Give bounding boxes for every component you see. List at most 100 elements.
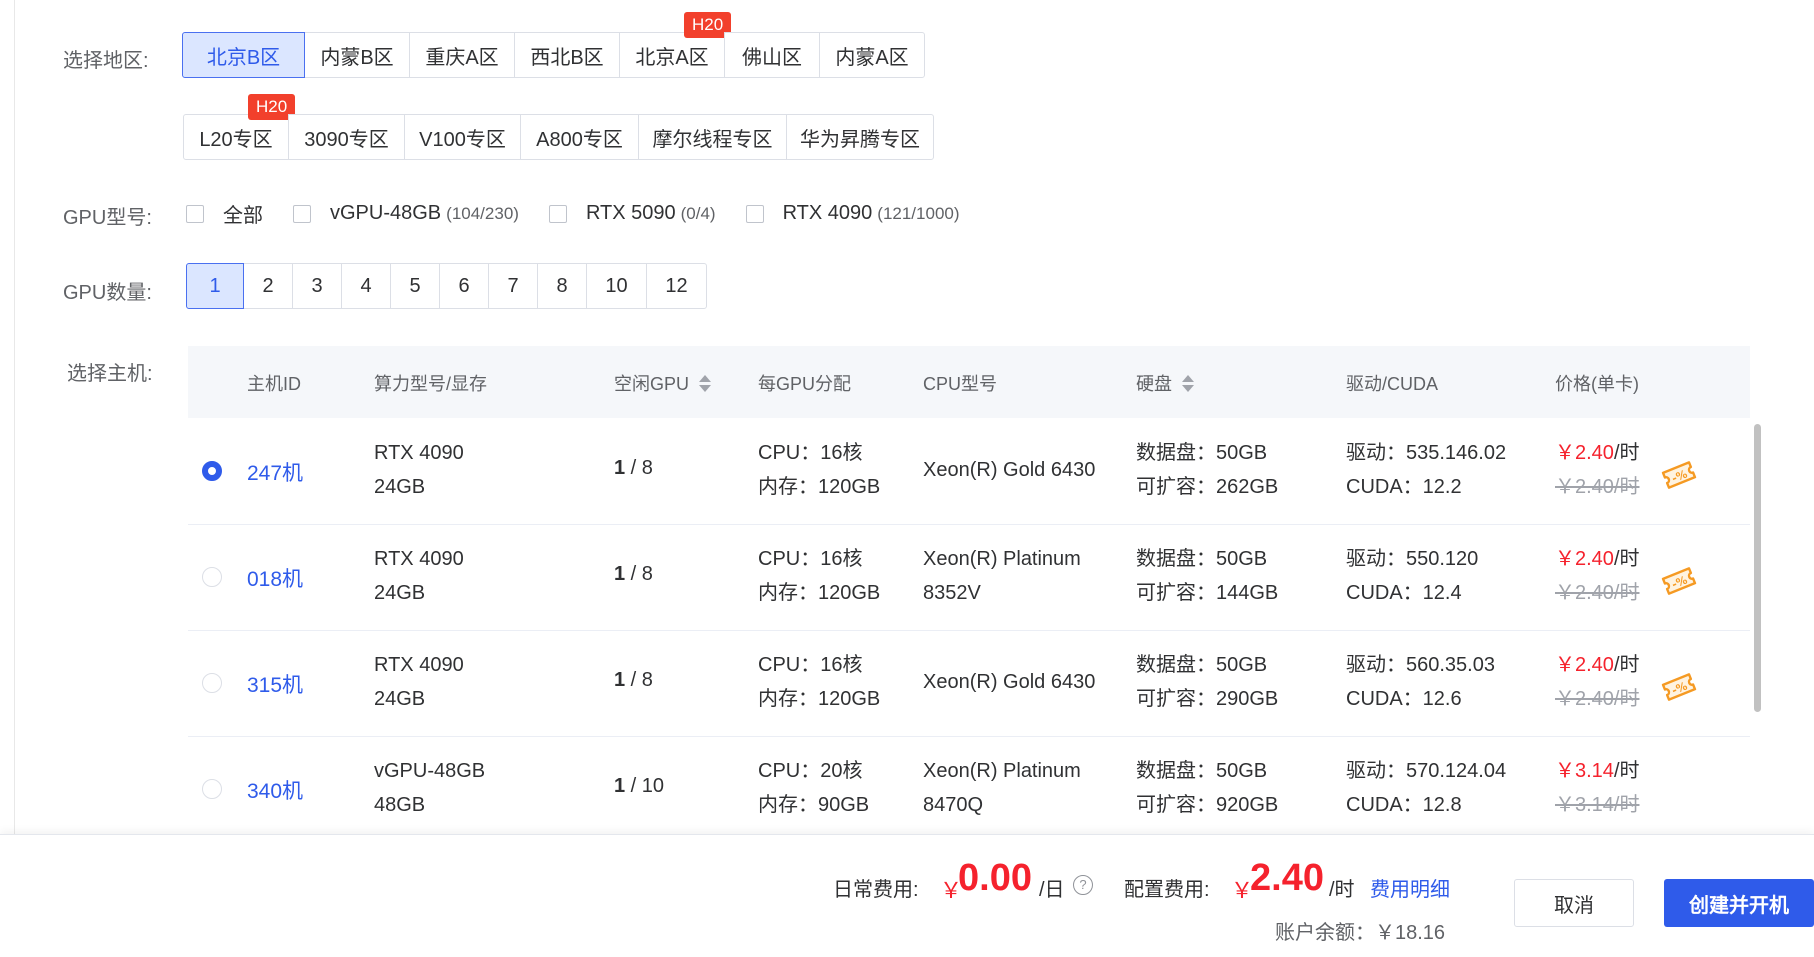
th-idle-gpu[interactable]: 空闲GPU — [614, 370, 712, 396]
table-row[interactable]: 340机 vGPU-48GB 48GB 1 / 10 CPU：20核 内存：90GB Xeo… — [188, 736, 1750, 834]
gpu-count-option[interactable]: 8 — [537, 263, 587, 309]
region-group-1: 北京B区 内蒙B区 重庆A区 西北B区 北京A区 H20 佛山区 内蒙A区 — [182, 12, 925, 78]
driver-version: 驱动：560.35.03 — [1346, 654, 1495, 676]
price-unit: /时 — [1613, 442, 1640, 464]
idle-gpu-free: 1 — [614, 563, 626, 585]
region-option-label: 重庆A区 — [425, 46, 499, 69]
data-disk: 数据盘：50GB — [1136, 442, 1268, 464]
current-price: ￥2.40 — [1555, 548, 1614, 570]
checkbox[interactable] — [293, 204, 311, 223]
th-cpu: CPU型号 — [923, 374, 998, 394]
gpu-count-option[interactable]: 6 — [439, 263, 489, 309]
gpu-model-checkbox[interactable]: vGPU-48GB (104/230) — [293, 202, 519, 225]
region-option-label: 3090专区 — [304, 128, 389, 151]
gpu-model: vGPU-48GB — [374, 760, 486, 782]
region-option[interactable]: 北京B区 — [182, 32, 305, 78]
cpu-model-line: 8470Q — [923, 794, 984, 816]
th-per-gpu: 每GPU分配 — [758, 374, 852, 394]
cpu-model: Xeon(R) Platinum 8470Q — [923, 754, 1081, 822]
checkbox[interactable] — [548, 204, 567, 223]
region-option-label: L20专区 — [199, 128, 273, 151]
table-row[interactable]: 315机 RTX 4090 24GB 1 / 8 CPU：16核 内存：120GB Xeon… — [188, 630, 1750, 737]
region-option[interactable]: 北京A区 H20 — [619, 12, 732, 78]
gpu-count-option[interactable]: 2 — [243, 263, 293, 309]
th-disk[interactable]: 硬盘 — [1136, 370, 1194, 396]
host-id[interactable]: 340机 — [247, 775, 303, 805]
region-group-2: L20专区 H20 3090专区 V100专区 A800专区 摩尔线程专区 华为昇腾专区 — [183, 94, 934, 160]
region-option[interactable]: 内蒙A区 — [819, 32, 925, 78]
gpu-model-checkbox[interactable]: RTX 4090 (121/1000) — [745, 202, 960, 225]
price: ￥2.40/时 ￥2.40/时 — [1555, 542, 1640, 610]
idle-gpu: 1 / 8 — [614, 563, 653, 586]
cuda-version: CUDA：12.8 — [1346, 794, 1462, 816]
cpu-model: Xeon(R) Platinum 8352V — [923, 542, 1081, 610]
daily-cost-label: 日常费用: — [833, 879, 919, 901]
gpu-count-option[interactable]: 12 — [646, 263, 707, 309]
daily-cost-unit: /日 — [1039, 879, 1065, 901]
help-icon[interactable]: ? — [1073, 875, 1093, 895]
price-unit: /时 — [1613, 760, 1640, 782]
driver-version: 驱动：535.146.02 — [1346, 442, 1507, 464]
gpu-count-option[interactable]: 3 — [292, 263, 342, 309]
idle-gpu-free: 1 — [614, 775, 626, 797]
create-and-start-button[interactable]: 创建并开机 — [1664, 879, 1814, 927]
sort-icon[interactable] — [1182, 374, 1194, 392]
cpu-alloc: CPU：16核 — [758, 548, 863, 570]
gpu-count-option[interactable]: 4 — [341, 263, 391, 309]
host-id[interactable]: 018机 — [247, 563, 303, 593]
checkbox[interactable] — [745, 204, 764, 223]
region-option[interactable]: 3090专区 — [288, 114, 405, 160]
th-host-id: 主机ID — [247, 374, 301, 394]
cancel-button[interactable]: 取消 — [1514, 879, 1634, 927]
host-radio[interactable] — [202, 461, 222, 481]
idle-gpu: 1 / 8 — [614, 457, 653, 480]
gpu-count-option[interactable]: 5 — [390, 263, 440, 309]
mem-alloc: 内存：90GB — [758, 794, 870, 816]
region-option[interactable]: V100专区 — [404, 114, 521, 160]
gpu-count-option[interactable]: 1 — [186, 263, 244, 309]
cpu-alloc: CPU：16核 — [758, 654, 863, 676]
host-radio[interactable] — [202, 673, 222, 693]
cpu-alloc: CPU：16核 — [758, 442, 863, 464]
checkbox[interactable] — [186, 204, 204, 223]
region-option[interactable]: 西北B区 — [514, 32, 620, 78]
data-disk: 数据盘：50GB — [1136, 654, 1268, 676]
cpu-model-line: 8352V — [923, 582, 981, 604]
region-option[interactable]: A800专区 — [520, 114, 639, 160]
th-price: 价格(单卡) — [1555, 374, 1639, 394]
table-scrollbar[interactable] — [1754, 424, 1761, 712]
original-price: ￥2.40/时 — [1555, 688, 1640, 710]
th-driver: 驱动/CUDA — [1346, 374, 1439, 394]
sort-icon[interactable] — [699, 374, 712, 392]
th-model: 算力型号/显存 — [374, 374, 488, 394]
cost-detail-link[interactable]: 费用明细 — [1370, 873, 1450, 902]
gpu-model: RTX 4090 — [374, 548, 464, 570]
idle-gpu-total: / 8 — [625, 669, 653, 691]
host-id[interactable]: 247机 — [247, 457, 303, 487]
region-option[interactable]: L20专区 H20 — [183, 94, 296, 160]
table-row[interactable]: 018机 RTX 4090 24GB 1 / 8 CPU：16核 内存：120GB Xeon… — [188, 524, 1750, 631]
host-radio[interactable] — [202, 779, 222, 799]
region-option[interactable]: 佛山区 — [724, 32, 820, 78]
region-option[interactable]: 摩尔线程专区 — [638, 114, 787, 160]
cuda-version: CUDA：12.4 — [1346, 582, 1462, 604]
host-id[interactable]: 315机 — [247, 669, 303, 699]
gpu-model-checkbox[interactable]: RTX 5090 (0/4) — [548, 202, 716, 225]
region-option[interactable]: 内蒙B区 — [304, 32, 410, 78]
region-option[interactable]: 重庆A区 — [409, 32, 515, 78]
price-unit: /时 — [1613, 548, 1640, 570]
host-radio[interactable] — [202, 567, 222, 587]
idle-gpu-free: 1 — [614, 457, 626, 479]
config-cost-value: 2.40 — [1250, 857, 1324, 899]
region-option[interactable]: 华为昇腾专区 — [786, 114, 934, 160]
price: ￥3.14/时 ￥3.14/时 — [1555, 754, 1640, 822]
gpu-count-option[interactable]: 10 — [586, 263, 647, 309]
expandable-disk: 可扩容：920GB — [1136, 794, 1279, 816]
gpu-count-label: GPU数量: — [63, 282, 152, 304]
expandable-disk: 可扩容：262GB — [1136, 476, 1279, 498]
price: ￥2.40/时 ￥2.40/时 — [1555, 436, 1640, 504]
gpu-count-option[interactable]: 7 — [488, 263, 538, 309]
table-row[interactable]: 247机 RTX 4090 24GB 1 / 8 CPU：16核 内存：120GB Xeon… — [188, 418, 1750, 525]
gpu-model-checkbox[interactable]: 全部 — [186, 199, 263, 228]
gpu-model-options: 全部 vGPU-48GB (104/230) RTX 5090 (0/4) RTX 409… — [186, 199, 990, 228]
